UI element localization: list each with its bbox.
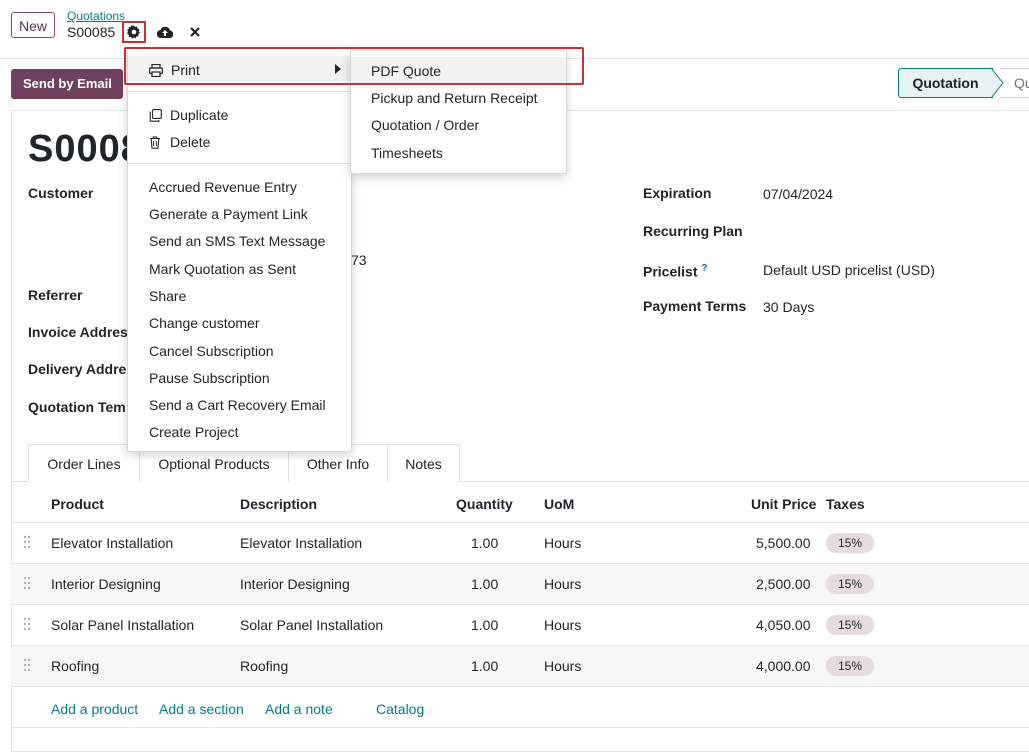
- label-delivery-address: Delivery Addre: [28, 361, 127, 377]
- cell-uom: Hours: [544, 535, 582, 551]
- breadcrumb-parent[interactable]: Quotations: [67, 10, 125, 22]
- cell-quantity: 1.00: [471, 535, 499, 551]
- pricelist-label-text: Pricelist: [643, 263, 698, 280]
- cell-uom: Hours: [544, 576, 582, 592]
- menu-separator: [128, 91, 351, 92]
- menu-item-pause-subscription[interactable]: Pause Subscription: [149, 369, 270, 387]
- add-product-link[interactable]: Add a product: [51, 700, 138, 718]
- new-button[interactable]: New: [11, 12, 55, 38]
- cell-unit-price: 5,500.00: [756, 535, 811, 551]
- header-description[interactable]: Description: [240, 495, 317, 513]
- actions-gear-button[interactable]: [122, 21, 146, 43]
- label-invoice-address: Invoice Addres: [28, 324, 128, 340]
- cell-product: Solar Panel Installation: [51, 617, 195, 633]
- cell-product: Interior Designing: [51, 576, 161, 592]
- menu-item-accrued-revenue-entry[interactable]: Accrued Revenue Entry: [149, 178, 297, 196]
- cell-quantity: 1.00: [471, 576, 499, 592]
- add-section-link[interactable]: Add a section: [159, 700, 244, 718]
- label-pricelist: Pricelist ?: [643, 260, 707, 281]
- payment-terms-value[interactable]: 30 Days: [763, 298, 814, 316]
- label-recurring-plan: Recurring Plan: [643, 223, 743, 239]
- header-uom[interactable]: UoM: [544, 495, 574, 513]
- status-quotation[interactable]: Quotation: [898, 68, 993, 98]
- menu-item-duplicate[interactable]: Duplicate: [149, 106, 228, 124]
- label-payment-terms: Payment Terms: [643, 298, 747, 314]
- menu-separator: [128, 163, 351, 164]
- cloud-upload-icon: [157, 26, 173, 38]
- add-note-link[interactable]: Add a note: [265, 700, 333, 718]
- cell-uom: Hours: [544, 658, 582, 674]
- trash-icon: [150, 135, 160, 149]
- pricelist-value[interactable]: Default USD pricelist (USD): [763, 261, 935, 279]
- label-customer: Customer: [28, 185, 94, 201]
- delete-label: Delete: [170, 134, 211, 150]
- menu-item-cart-recovery-email[interactable]: Send a Cart Recovery Email: [149, 396, 326, 414]
- copy-icon: [149, 108, 162, 122]
- row-divider: [11, 727, 1029, 728]
- cell-quantity: 1.00: [471, 617, 499, 633]
- menu-item-share[interactable]: Share: [149, 287, 186, 305]
- cell-product: Roofing: [51, 658, 100, 674]
- drag-handle-icon[interactable]: [23, 576, 31, 590]
- gear-icon: [127, 25, 141, 39]
- header-product[interactable]: Product: [51, 495, 104, 513]
- duplicate-label: Duplicate: [170, 107, 229, 123]
- table-row[interactable]: Roofing Roofing 1.00 Hours 4,000.00 15%: [11, 645, 1029, 686]
- menu-item-change-customer[interactable]: Change customer: [149, 314, 260, 332]
- cell-description: Solar Panel Installation: [240, 617, 384, 633]
- drag-handle-icon[interactable]: [23, 658, 31, 672]
- tab-order-lines[interactable]: Order Lines: [28, 444, 140, 482]
- table-row[interactable]: Interior Designing Interior Designing 1.…: [11, 563, 1029, 604]
- menu-item-delete[interactable]: Delete: [149, 133, 210, 151]
- help-tooltip-icon[interactable]: ?: [701, 263, 707, 274]
- tax-badge: 15%: [826, 574, 874, 594]
- table-row[interactable]: Elevator Installation Elevator Installat…: [11, 522, 1029, 563]
- drag-handle-icon[interactable]: [23, 535, 31, 549]
- cell-quantity: 1.00: [471, 658, 499, 674]
- menu-item-mark-as-sent[interactable]: Mark Quotation as Sent: [149, 260, 296, 278]
- tax-badge: 15%: [826, 656, 874, 676]
- row-divider: [11, 686, 1029, 687]
- tab-notes[interactable]: Notes: [387, 444, 460, 482]
- close-icon: [190, 27, 200, 37]
- tax-badge: 15%: [826, 615, 874, 635]
- submenu-item-timesheets[interactable]: Timesheets: [371, 144, 443, 162]
- cell-product: Elevator Installation: [51, 535, 174, 551]
- menu-item-send-sms[interactable]: Send an SMS Text Message: [149, 232, 325, 250]
- cell-uom: Hours: [544, 617, 582, 633]
- label-expiration: Expiration: [643, 185, 712, 201]
- menu-item-cancel-subscription[interactable]: Cancel Subscription: [149, 342, 274, 360]
- status-next[interactable]: Qu: [1000, 68, 1029, 98]
- send-by-email-button[interactable]: Send by Email: [11, 69, 123, 99]
- cell-description: Elevator Installation: [240, 535, 363, 551]
- cell-description: Interior Designing: [240, 576, 350, 592]
- submenu-item-pickup-return-receipt[interactable]: Pickup and Return Receipt: [371, 89, 538, 107]
- catalog-link[interactable]: Catalog: [376, 700, 424, 718]
- cell-description: Roofing: [240, 658, 289, 674]
- submenu-item-quotation-order[interactable]: Quotation / Order: [371, 116, 479, 134]
- cell-unit-price: 4,000.00: [756, 658, 811, 674]
- save-cloud-button[interactable]: [156, 22, 174, 42]
- cell-unit-price: 4,050.00: [756, 617, 811, 633]
- discard-button[interactable]: [186, 22, 204, 42]
- tax-badge: 15%: [826, 533, 874, 553]
- customer-partial-value: 73: [351, 252, 367, 268]
- expiration-value[interactable]: 07/04/2024: [763, 185, 833, 203]
- label-referrer: Referrer: [28, 287, 83, 303]
- menu-item-generate-payment-link[interactable]: Generate a Payment Link: [149, 205, 308, 223]
- record-title: S0008: [28, 128, 143, 170]
- header-quantity[interactable]: Quantity: [456, 495, 513, 513]
- header-unit-price[interactable]: Unit Price: [751, 495, 816, 513]
- actions-dropdown: Print Duplicate Delete Accrued Revenue E…: [127, 48, 352, 452]
- label-quotation-template: Quotation Tem: [28, 399, 126, 415]
- breadcrumb-record: S00085: [67, 24, 116, 40]
- header-taxes[interactable]: Taxes: [826, 495, 865, 513]
- table-row[interactable]: Solar Panel Installation Solar Panel Ins…: [11, 604, 1029, 645]
- cell-unit-price: 2,500.00: [756, 576, 811, 592]
- annotation-highlight: [124, 47, 584, 85]
- drag-handle-icon[interactable]: [23, 617, 31, 631]
- menu-item-create-project[interactable]: Create Project: [149, 423, 238, 441]
